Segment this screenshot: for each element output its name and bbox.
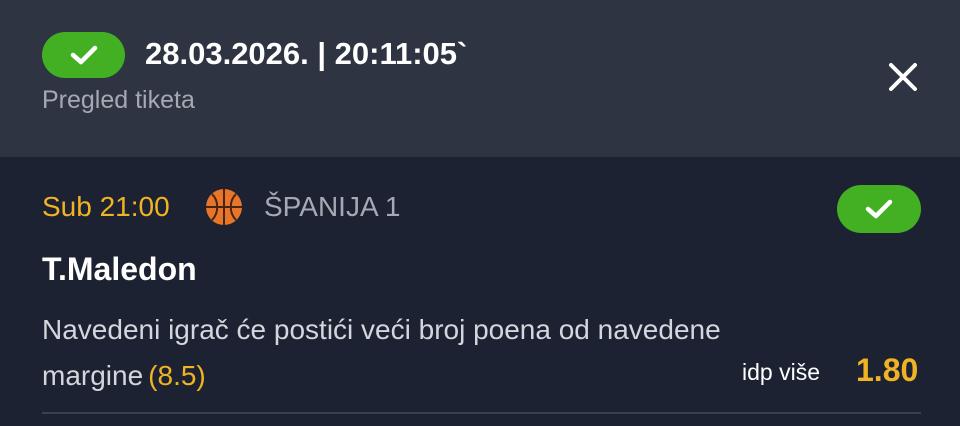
ticket-datetime: 28.03.2026. | 20:11:05` xyxy=(145,36,468,71)
match-time: Sub 21:00 xyxy=(42,191,170,222)
divider xyxy=(42,412,921,414)
close-icon xyxy=(889,63,917,91)
player-name: T.Maledon xyxy=(42,251,197,287)
check-icon xyxy=(70,45,97,65)
bet-result-badge xyxy=(837,185,921,233)
market-description: Navedeni igrač će postići veći broj poen… xyxy=(42,307,722,399)
check-icon xyxy=(865,199,893,219)
league-name: ŠPANIJA 1 xyxy=(264,191,401,222)
ticket-status-badge xyxy=(42,32,125,78)
market-description-text: Navedeni igrač će postići veći broj poen… xyxy=(42,314,721,391)
odds-value: 1.80 xyxy=(856,352,919,388)
outcome-label: idp više xyxy=(742,359,820,385)
basketball-icon xyxy=(206,189,242,225)
market-line-value: (8.5) xyxy=(148,360,206,391)
ticket-subtitle: Pregled tiketa xyxy=(42,86,195,114)
ticket-header: 28.03.2026. | 20:11:05` Pregled tiketa xyxy=(0,0,960,157)
close-button[interactable] xyxy=(880,54,926,100)
